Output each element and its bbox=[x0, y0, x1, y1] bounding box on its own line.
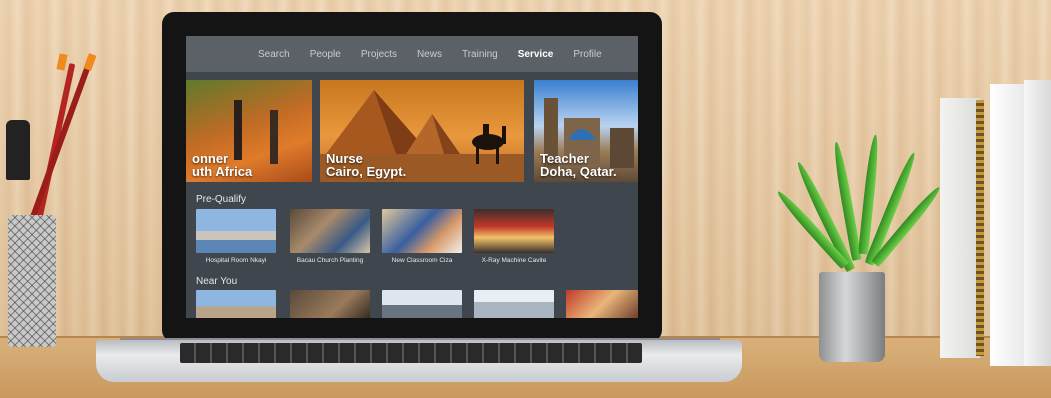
section-heading-near-you: Near You bbox=[196, 276, 238, 287]
featured-title: Teacher Doha, Qatar. bbox=[540, 151, 617, 179]
thumb-xray-machine[interactable] bbox=[474, 209, 554, 253]
notebook bbox=[940, 98, 980, 358]
section-heading-pre-qualify: Pre-Qualify bbox=[196, 194, 247, 205]
nav-search[interactable]: Search bbox=[258, 49, 290, 60]
laptop-keyboard bbox=[180, 343, 642, 363]
thumb-near-3[interactable] bbox=[382, 290, 462, 318]
thumb-near-2[interactable] bbox=[290, 290, 370, 318]
nav-projects[interactable]: Projects bbox=[361, 49, 397, 60]
nav-training[interactable]: Training bbox=[462, 49, 498, 60]
nav-people[interactable]: People bbox=[310, 49, 341, 60]
metal-pot bbox=[819, 272, 885, 362]
caption-church-planting: Bacau Church Planting bbox=[296, 257, 364, 264]
nav-news[interactable]: News bbox=[417, 49, 442, 60]
nav-profile[interactable]: Profile bbox=[573, 49, 601, 60]
mesh-cup bbox=[8, 215, 56, 347]
white-book-2 bbox=[1024, 80, 1051, 366]
nav-service[interactable]: Service bbox=[518, 49, 554, 60]
featured-title: onner uth Africa bbox=[192, 151, 253, 179]
caption-xray-machine: X-Ray Machine Cavite bbox=[481, 257, 547, 264]
notebook-spiral bbox=[976, 100, 984, 356]
thumb-near-5[interactable] bbox=[566, 290, 638, 318]
person-figure-2 bbox=[270, 110, 278, 164]
thumb-hospital-room[interactable] bbox=[196, 209, 276, 253]
thumb-near-1[interactable] bbox=[196, 290, 276, 318]
featured-card-cairo[interactable]: Nurse Cairo, Egypt. bbox=[320, 80, 524, 182]
thumb-church-planting[interactable] bbox=[290, 209, 370, 253]
caption-hospital-room: Hospital Room Nkayi bbox=[205, 257, 267, 264]
featured-card-doha[interactable]: Teacher Doha, Qatar. bbox=[534, 80, 638, 182]
featured-card-south-africa[interactable]: onner uth Africa bbox=[186, 80, 312, 182]
featured-title: Nurse Cairo, Egypt. bbox=[326, 151, 407, 179]
paintbrush bbox=[6, 120, 30, 180]
app-screen: Search People Projects News Training Ser… bbox=[186, 36, 638, 318]
caption-classroom: New Classroom Ciza bbox=[391, 257, 453, 264]
top-navigation: Search People Projects News Training Ser… bbox=[186, 36, 638, 72]
person-figure bbox=[234, 100, 242, 160]
thumb-near-4[interactable] bbox=[474, 290, 554, 318]
thumb-classroom[interactable] bbox=[382, 209, 462, 253]
